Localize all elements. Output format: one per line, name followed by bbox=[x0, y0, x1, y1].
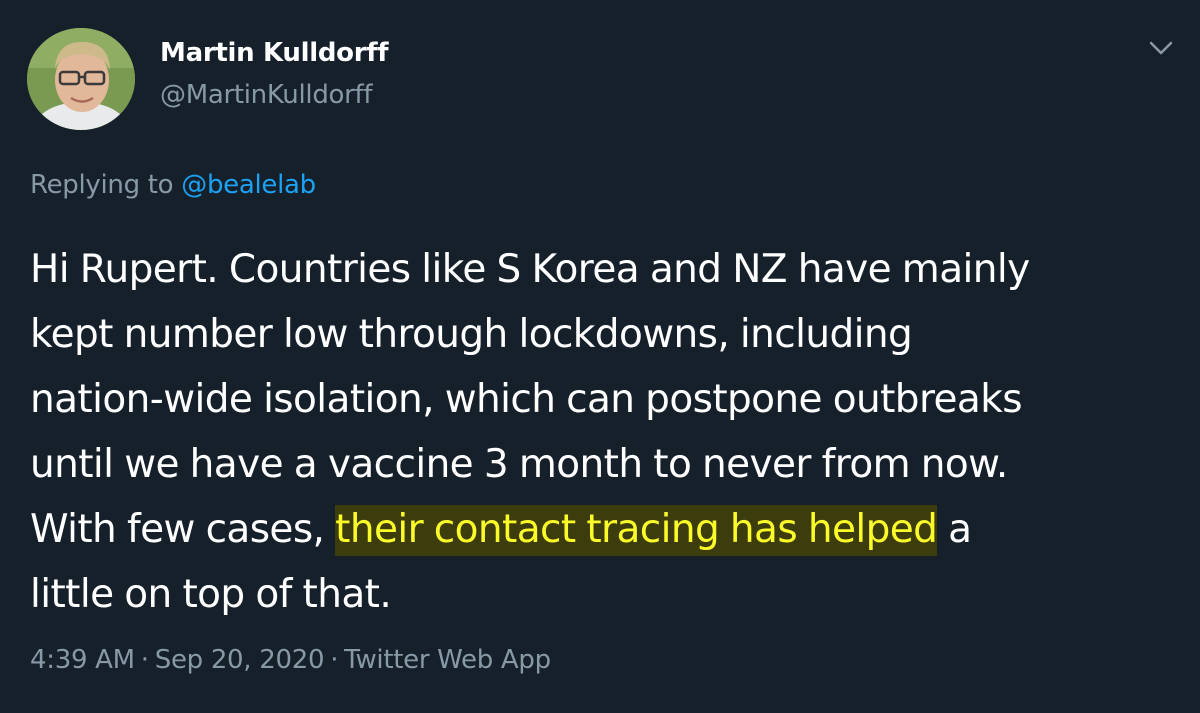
tweet-text-line: With few cases, their contact tracing ha… bbox=[30, 497, 1180, 562]
tweet-metadata: 4:39 AM · Sep 20, 2020 · Twitter Web App bbox=[30, 645, 551, 675]
replying-to-label: Replying to bbox=[30, 170, 174, 200]
tweet-text-segment: With few cases, bbox=[30, 507, 336, 552]
avatar[interactable] bbox=[27, 28, 135, 130]
author-handle[interactable]: @MartinKulldorff bbox=[160, 80, 373, 110]
tweet-text-segment: a bbox=[937, 507, 972, 552]
tweet-text-line: kept number low through lockdowns, inclu… bbox=[30, 312, 913, 357]
tweet-text-line: little on top of that. bbox=[30, 572, 392, 617]
reply-mention-link[interactable]: @bealelab bbox=[181, 170, 316, 200]
tweet-time[interactable]: 4:39 AM bbox=[30, 645, 135, 675]
meta-separator: · bbox=[140, 645, 149, 675]
replying-to: Replying to @bealelab bbox=[30, 170, 316, 200]
source-app-link[interactable]: Twitter Web App bbox=[344, 645, 551, 675]
profile-photo bbox=[27, 28, 135, 130]
tweet-date[interactable]: Sep 20, 2020 bbox=[155, 645, 325, 675]
tweet-text-line: until we have a vaccine 3 month to never… bbox=[30, 442, 1008, 487]
tweet-text-line: nation-wide isolation, which can postpon… bbox=[30, 377, 1023, 422]
highlighted-text: their contact tracing has helped bbox=[335, 505, 938, 556]
meta-separator: · bbox=[330, 645, 339, 675]
author-name[interactable]: Martin Kulldorff bbox=[160, 38, 389, 68]
tweet: Martin Kulldorff @MartinKulldorff Replyi… bbox=[0, 0, 1200, 713]
tweet-text: Hi Rupert. Countries like S Korea and NZ… bbox=[30, 237, 1180, 627]
tweet-text-line: Hi Rupert. Countries like S Korea and NZ… bbox=[30, 247, 1030, 292]
chevron-down-icon[interactable] bbox=[1148, 38, 1174, 58]
